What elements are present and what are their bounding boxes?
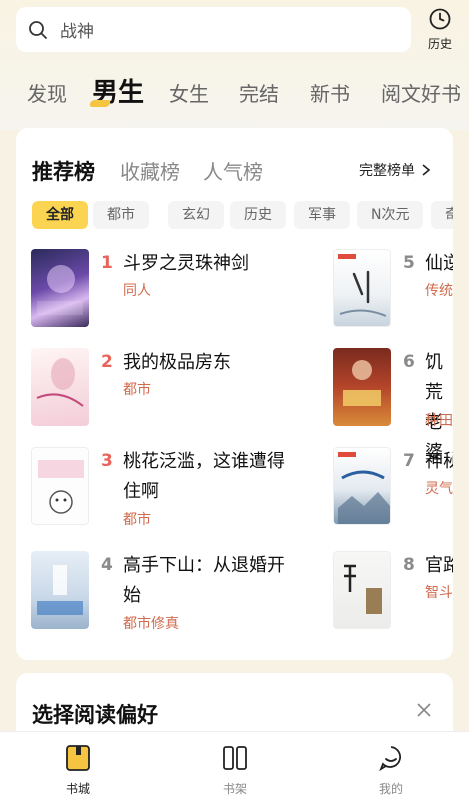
book-title: 神秘 [425, 451, 453, 472]
book-genre: 灵气 [425, 481, 453, 497]
bookstore-icon [66, 745, 90, 771]
rank-number: 8 [403, 555, 415, 575]
book-genre: 都市修真 [123, 616, 179, 632]
full-list-link[interactable]: 完整榜单 [359, 160, 431, 180]
book-title: 桃花泛滥，这谁遭得住啊 [123, 451, 285, 502]
category-n-dimension[interactable]: N次元 [357, 201, 424, 229]
book-genre: 都市 [123, 382, 151, 398]
rank-number: 4 [101, 555, 113, 575]
category-oddities[interactable]: 奇闻 [431, 201, 453, 229]
category-urban[interactable]: 都市 [93, 201, 149, 229]
active-tab-indicator [88, 100, 112, 107]
search-placeholder: 战神 [60, 22, 94, 42]
book-cover [31, 348, 89, 426]
book-title: 高手下山：从退婚开始 [123, 555, 285, 606]
book-title: 我的极品房东 [123, 352, 231, 373]
nav-label: 书架 [222, 782, 247, 796]
nav-bookshelf[interactable]: 书架 [205, 744, 265, 797]
book-genre: 都市 [123, 512, 151, 528]
book-title: 斗罗之灵珠神剑 [123, 253, 249, 274]
list-item[interactable]: 1 斗罗之灵珠神剑 同人 [31, 249, 321, 329]
nav-profile[interactable]: 我的 [361, 744, 421, 797]
list-item[interactable]: 8 官路 智斗 [333, 551, 453, 631]
chevron-right-icon [422, 164, 431, 176]
tab-completed[interactable]: 完结 [239, 78, 279, 107]
book-genre: 智斗 [425, 585, 453, 601]
tab-female[interactable]: 女生 [169, 78, 209, 107]
book-cover [333, 551, 391, 629]
rank-number: 3 [101, 451, 113, 471]
tab-recommended[interactable]: 推荐榜 [32, 156, 95, 186]
rank-number: 7 [403, 451, 415, 471]
book-cover [333, 249, 391, 327]
rank-number: 1 [101, 253, 113, 273]
search-bar[interactable]: 战神 [16, 7, 411, 52]
category-history[interactable]: 历史 [230, 201, 286, 229]
profile-icon [379, 746, 401, 772]
category-all[interactable]: 全部 [32, 201, 88, 229]
book-cover [333, 447, 391, 525]
rank-number: 2 [101, 352, 113, 372]
list-item[interactable]: 5 仙逆 传统 [333, 249, 453, 329]
tab-discover[interactable]: 发现 [27, 78, 67, 107]
category-filter: 全部 都市 玄幻 历史 军事 N次元 奇闻 [32, 201, 453, 229]
search-icon [29, 20, 47, 39]
nav-bookstore[interactable]: 书城 [48, 744, 108, 797]
book-cover [31, 249, 89, 327]
tab-popular[interactable]: 人气榜 [203, 156, 263, 185]
book-genre: 传统 [425, 283, 453, 299]
category-fantasy[interactable]: 玄幻 [168, 201, 224, 229]
tab-new-books[interactable]: 新书 [310, 78, 350, 107]
list-item[interactable]: 4 高手下山：从退婚开始 都市修真 [31, 551, 321, 632]
ranking-card: 推荐榜 收藏榜 人气榜 完整榜单 全部 都市 玄幻 历史 军事 N次元 奇闻 1… [16, 128, 453, 660]
book-cover [31, 447, 89, 525]
list-item[interactable]: 6 饥荒老婆 种田 [333, 348, 453, 463]
preference-title: 选择阅读偏好 [32, 703, 158, 727]
history-label: 历史 [427, 37, 452, 51]
book-cover [31, 551, 89, 629]
book-cover [333, 348, 391, 426]
book-title: 官路 [425, 555, 453, 576]
book-genre: 同人 [123, 283, 151, 299]
nav-label: 我的 [378, 782, 403, 796]
channel-tabs: 发现 男生 女生 完结 新书 阅文好书 [0, 66, 469, 116]
full-list-label: 完整榜单 [359, 163, 415, 179]
rank-number: 5 [403, 253, 415, 273]
history-button[interactable]: 历史 [420, 7, 460, 55]
list-item[interactable]: 2 我的极品房东 都市 [31, 348, 321, 428]
bottom-navigation: 书城 书架 我的 [0, 731, 469, 804]
book-genre: 种田 [425, 413, 453, 429]
tab-collected[interactable]: 收藏榜 [120, 156, 180, 185]
bookshelf-icon [223, 746, 247, 770]
category-military[interactable]: 军事 [294, 201, 350, 229]
book-title: 仙逆 [425, 253, 453, 274]
list-item[interactable]: 3 桃花泛滥，这谁遭得住啊 都市 [31, 447, 321, 528]
clock-icon [429, 8, 451, 30]
rank-number: 6 [403, 352, 415, 372]
list-item[interactable]: 7 神秘 灵气 [333, 447, 453, 527]
tab-yuewen-picks[interactable]: 阅文好书 [381, 78, 461, 107]
nav-label: 书城 [65, 782, 90, 796]
close-icon[interactable] [416, 702, 432, 718]
